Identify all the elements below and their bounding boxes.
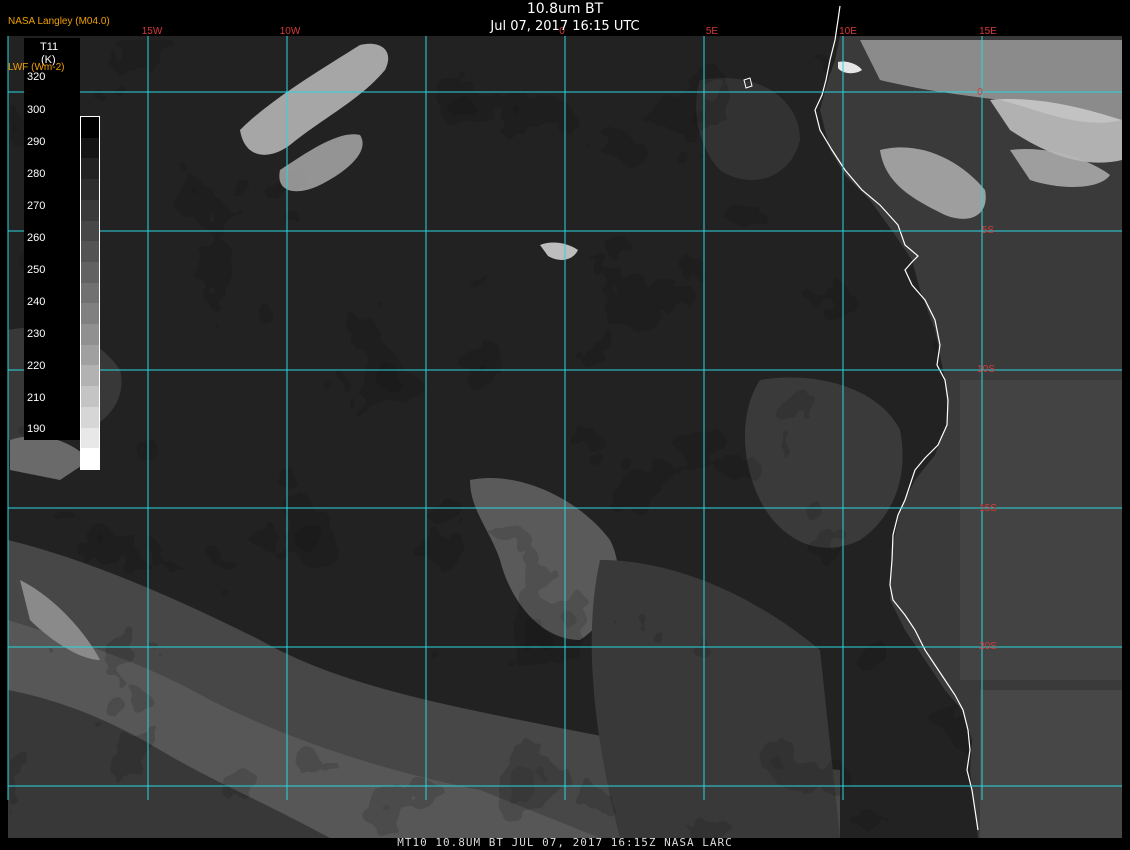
colorbar-step [81,386,99,408]
colorbar-step [81,365,99,387]
footer-caption: MT10 10.8UM BT JUL 07, 2017 16:15Z NASA … [397,836,733,849]
colorbar-step [81,303,99,325]
colorbar-step [81,117,99,139]
colorbar-scale [80,116,100,470]
latitude-label: 20S [979,641,997,652]
colorbar-tick-label: 300 [27,104,46,116]
latitude-label: 15S [979,503,997,514]
colorbar-step [81,158,99,180]
colorbar-step [81,448,99,470]
map-canvas: 15W 10W 0 5E 10E 15E05S10S15S20S [7,5,1122,838]
colorbar-tick-label: 250 [27,264,46,276]
image-title: 10.8um BT [526,1,604,17]
satellite-image-panel: 15W 10W 0 5E 10E 15E 0 5S 10S 15S 20S 10.8um BT Ju… [0,0,1130,850]
colorbar-step [81,137,99,159]
latitude-label: 10S [977,364,995,375]
colorbar-step [81,282,99,304]
colorbar-step [81,344,99,366]
colorbar-step [81,261,99,284]
provider-label: NASA Langley (M04.0) [8,16,110,27]
colorbar-tick-label: 210 [27,392,46,404]
latitude-label: 5S [982,225,995,236]
latitude-label: 0 [977,87,983,98]
colorbar-tick-label: 260 [27,232,46,244]
colorbar-tick-label: 240 [27,296,46,308]
image-timestamp: Jul 07, 2017 16:15 UTC [490,19,640,34]
colorbar-tick-label: 270 [27,200,46,212]
colorbar-step [81,241,99,263]
colorbar-tick-label: 230 [27,328,46,340]
colorbar-step [81,324,99,346]
colorbar-tick-label: 290 [27,136,46,148]
colorbar-step [81,427,99,449]
colorbar-tick-label: 190 [27,423,46,435]
colorbar-title: T11 [40,41,59,53]
colorbar-tick-label: 220 [27,360,46,372]
colorbar-step [81,406,99,429]
colorbar-tick-label: 320 [27,71,46,83]
colorbar-step [81,179,99,201]
colorbar-tick-label: 280 [27,168,46,180]
colorbar-step [81,199,99,222]
colorbar-step [81,220,99,242]
